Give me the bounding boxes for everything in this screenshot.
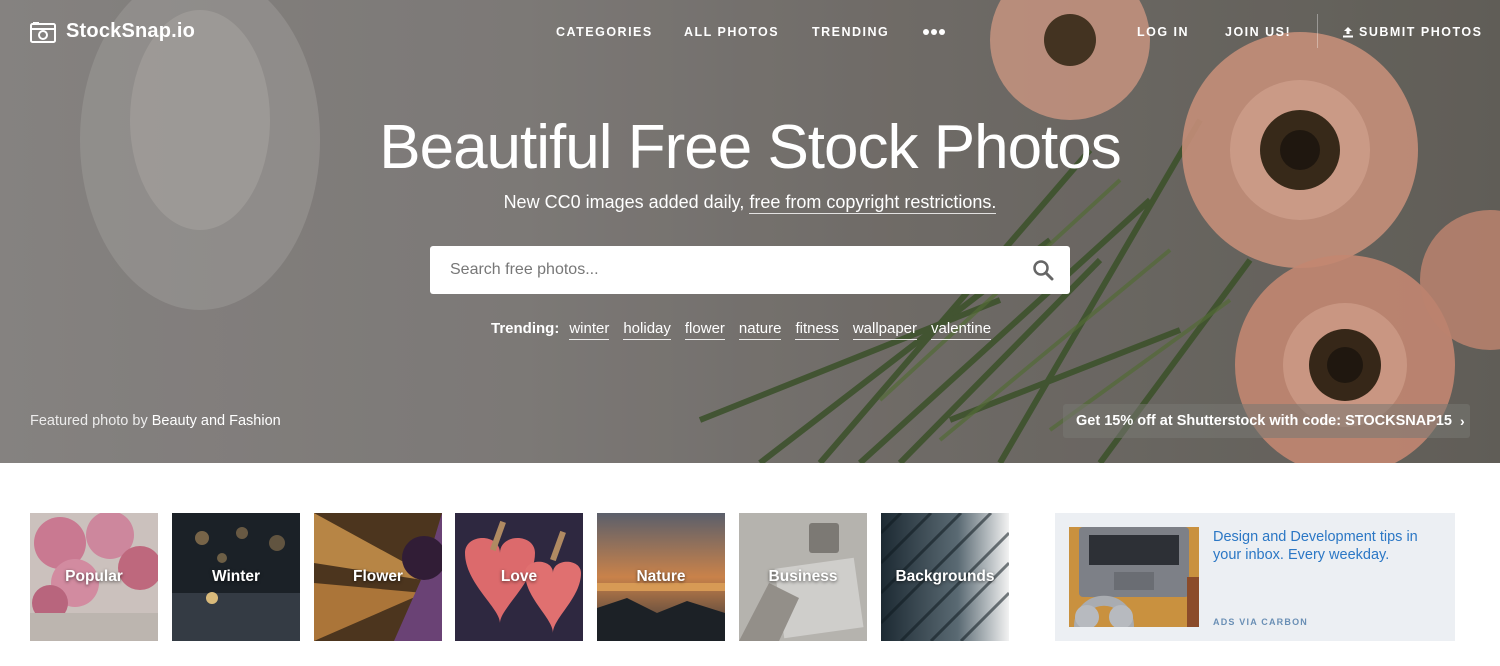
logo-text: StockSnap.io <box>66 20 196 42</box>
nav-submit-photos[interactable]: SUBMIT PHOTOS <box>1342 25 1482 39</box>
ad-text-link[interactable]: Design and Development tips in your inbo… <box>1213 528 1438 564</box>
nav-log-in[interactable]: LOG IN <box>1137 25 1189 39</box>
search-icon[interactable] <box>1032 259 1054 281</box>
category-label: Business <box>768 568 838 585</box>
nav-divider <box>1317 14 1318 48</box>
category-tile-popular[interactable]: Popular <box>30 513 158 641</box>
site-logo[interactable]: StockSnap.io <box>30 20 195 43</box>
search-input[interactable] <box>430 246 1020 294</box>
nav-trending[interactable]: TRENDING <box>812 25 889 39</box>
ads-via-carbon-link[interactable]: ADS VIA CARBON <box>1213 617 1308 627</box>
trending-label: Trending: <box>491 320 560 337</box>
featured-author-link[interactable]: Beauty and Fashion <box>152 413 281 429</box>
trending-tag-nature[interactable]: nature <box>738 320 782 340</box>
category-tile-backgrounds[interactable]: Backgrounds <box>881 513 1009 641</box>
category-tile-flower[interactable]: Flower <box>314 513 442 641</box>
category-tile-nature[interactable]: Nature <box>597 513 725 641</box>
shutterstock-promo-button[interactable]: Get 15% off at Shutterstock with code: S… <box>1063 404 1470 438</box>
nav-categories[interactable]: CATEGORIES <box>556 25 653 39</box>
laptop-headphones-image <box>1069 527 1199 627</box>
camera-icon <box>30 21 56 43</box>
hero-overlay <box>0 0 1500 463</box>
search-bar <box>430 246 1070 294</box>
trending-tags: Trending: winter holiday flower nature f… <box>491 320 992 340</box>
submit-photos-label: SUBMIT PHOTOS <box>1359 25 1483 39</box>
category-label: Nature <box>636 568 686 585</box>
chevron-right-icon: › <box>1460 413 1465 429</box>
featured-credit: Featured photo by Beauty and Fashion <box>30 413 281 429</box>
hero-title: Beautiful Free Stock Photos <box>379 113 1122 182</box>
upload-icon <box>1343 27 1353 38</box>
trending-tag-holiday[interactable]: holiday <box>623 320 671 340</box>
hero-subtitle: New CC0 images added daily, free from co… <box>0 192 1500 214</box>
category-tile-winter[interactable]: Winter <box>172 513 300 641</box>
category-label: Backgrounds <box>895 568 995 585</box>
category-label: Popular <box>65 568 123 585</box>
trending-tag-valentine[interactable]: valentine <box>931 320 992 340</box>
more-menu-icon[interactable] <box>923 26 945 38</box>
featured-prefix: Featured photo by <box>30 413 152 429</box>
top-navigation: StockSnap.io CATEGORIES ALL PHOTOS TREND… <box>0 0 1500 64</box>
trending-tag-winter[interactable]: winter <box>569 320 610 340</box>
promo-text: Get 15% off at Shutterstock with code: S… <box>1076 413 1452 429</box>
trending-tag-wallpaper[interactable]: wallpaper <box>852 320 918 340</box>
category-tile-love[interactable]: Love <box>455 513 583 641</box>
category-label: Love <box>500 568 538 585</box>
category-tile-business[interactable]: Business <box>739 513 867 641</box>
nav-join[interactable]: JOIN US! <box>1225 25 1291 39</box>
trending-tag-flower[interactable]: flower <box>684 320 725 340</box>
nav-all-photos[interactable]: ALL PHOTOS <box>684 25 779 39</box>
category-label: Winter <box>211 568 261 585</box>
carbon-ad: Design and Development tips in your inbo… <box>1055 513 1455 641</box>
copyright-link[interactable]: free from copyright restrictions. <box>749 192 997 214</box>
category-label: Flower <box>353 568 403 585</box>
trending-tag-fitness[interactable]: fitness <box>795 320 839 340</box>
hero-banner: StockSnap.io CATEGORIES ALL PHOTOS TREND… <box>0 0 1500 463</box>
ad-image[interactable] <box>1069 527 1199 627</box>
hero-subtitle-text: New CC0 images added daily, <box>503 192 750 212</box>
